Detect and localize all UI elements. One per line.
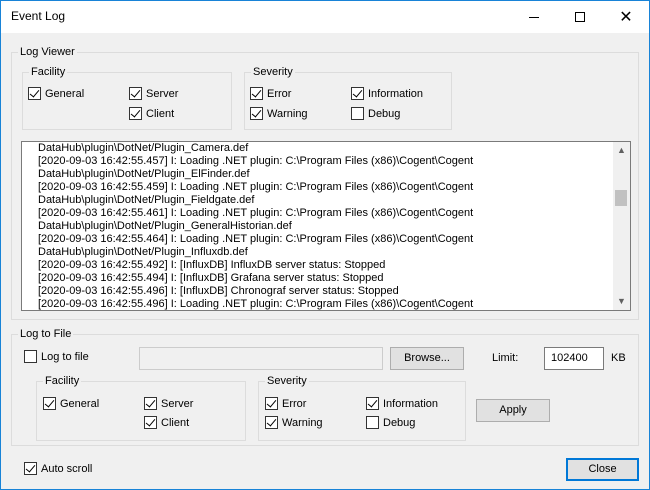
close-window-button[interactable]: ✕: [603, 1, 649, 33]
file-severity-group: Severity: [258, 375, 466, 441]
event-log-window: Event Log ✕ Log Viewer Facility General …: [0, 0, 650, 490]
file-path-input[interactable]: [139, 347, 383, 370]
viewer-server-label: Server: [146, 88, 179, 100]
log-scrollbar[interactable]: ▲ ▼: [613, 142, 630, 310]
viewer-facility-group: Facility: [22, 66, 232, 130]
viewer-information-label: Information: [368, 88, 424, 100]
limit-unit-label: KB: [611, 352, 626, 364]
browse-button[interactable]: Browse...: [390, 347, 464, 370]
log-output[interactable]: DataHub\plugin\DotNet/Plugin_Camera.def[…: [21, 141, 631, 311]
close-icon: ✕: [619, 7, 633, 26]
checkbox-checked-icon: [43, 397, 56, 410]
minimize-button[interactable]: [511, 1, 557, 33]
file-general-label: General: [60, 398, 100, 410]
checkbox-checked-icon: [24, 462, 37, 475]
checkbox-checked-icon: [250, 107, 263, 120]
checkbox-checked-icon: [366, 397, 379, 410]
log-viewer-group-label: Log Viewer: [18, 46, 77, 58]
scroll-down-icon[interactable]: ▼: [613, 293, 630, 310]
log-line: [2020-09-03 16:42:55.457] I: Loading .NE…: [38, 155, 474, 167]
file-warning-label: Warning: [282, 417, 323, 429]
log-line: DataHub\plugin\DotNet/Plugin_Camera.def: [38, 142, 249, 154]
checkbox-checked-icon: [28, 87, 41, 100]
file-error-label: Error: [282, 398, 307, 410]
viewer-general-label: General: [45, 88, 85, 100]
log-line: [2020-09-03 16:42:55.459] I: Loading .NE…: [38, 181, 474, 193]
close-button[interactable]: Close: [566, 458, 639, 481]
log-line: DataHub\plugin\DotNet/Plugin_GeneralHist…: [38, 220, 292, 232]
log-lines: DataHub\plugin\DotNet/Plugin_Camera.def[…: [38, 142, 474, 310]
log-line: [2020-09-03 16:42:55.494] I: [InfluxDB] …: [38, 272, 384, 284]
file-facility-group: Facility: [36, 375, 246, 441]
limit-label: Limit:: [492, 352, 519, 364]
file-client-label: Client: [161, 417, 190, 429]
viewer-severity-label: Severity: [251, 66, 295, 78]
checkbox-unchecked-icon: [24, 350, 37, 363]
maximize-button[interactable]: [557, 1, 603, 33]
checkbox-checked-icon: [351, 87, 364, 100]
checkbox-checked-icon: [129, 107, 142, 120]
log-line: DataHub\plugin\DotNet/Plugin_ElFinder.de…: [38, 168, 250, 180]
scroll-up-icon[interactable]: ▲: [613, 142, 630, 159]
viewer-debug-label: Debug: [368, 108, 401, 120]
minimize-icon: [529, 16, 539, 18]
limit-input[interactable]: 102400: [544, 347, 604, 370]
checkbox-checked-icon: [265, 416, 278, 429]
checkbox-checked-icon: [250, 87, 263, 100]
checkbox-checked-icon: [129, 87, 142, 100]
viewer-warning-label: Warning: [267, 108, 308, 120]
viewer-severity-group: Severity: [244, 66, 452, 130]
checkbox-checked-icon: [144, 416, 157, 429]
file-information-label: Information: [383, 398, 439, 410]
log-line: [2020-09-03 16:42:55.461] I: Loading .NE…: [38, 207, 474, 219]
title-bar: Event Log ✕: [1, 1, 649, 33]
log-line: [2020-09-03 16:42:55.496] I: [InfluxDB] …: [38, 285, 399, 297]
log-to-file-label: Log to file: [41, 351, 89, 363]
log-line: DataHub\plugin\DotNet/Plugin_Influxdb.de…: [38, 246, 248, 258]
checkbox-unchecked-icon: [366, 416, 379, 429]
maximize-icon: [575, 12, 585, 23]
window-title: Event Log: [11, 9, 66, 23]
checkbox-unchecked-icon: [351, 107, 364, 120]
file-debug-label: Debug: [383, 417, 416, 429]
log-line: [2020-09-03 16:42:55.492] I: [InfluxDB] …: [38, 259, 386, 271]
file-server-label: Server: [161, 398, 194, 410]
auto-scroll-label: Auto scroll: [41, 463, 93, 475]
checkbox-checked-icon: [144, 397, 157, 410]
apply-button[interactable]: Apply: [476, 399, 550, 422]
log-line: DataHub\plugin\DotNet/Plugin_Fieldgate.d…: [38, 194, 255, 206]
viewer-facility-label: Facility: [29, 66, 68, 78]
log-line: [2020-09-03 16:42:55.496] I: Loading .NE…: [38, 298, 474, 310]
file-facility-label: Facility: [43, 375, 82, 387]
viewer-client-label: Client: [146, 108, 175, 120]
checkbox-checked-icon: [265, 397, 278, 410]
log-to-file-group-label: Log to File: [18, 328, 74, 340]
viewer-error-label: Error: [267, 88, 292, 100]
scroll-thumb[interactable]: [615, 190, 627, 206]
file-severity-label: Severity: [265, 375, 309, 387]
log-line: [2020-09-03 16:42:55.464] I: Loading .NE…: [38, 233, 474, 245]
